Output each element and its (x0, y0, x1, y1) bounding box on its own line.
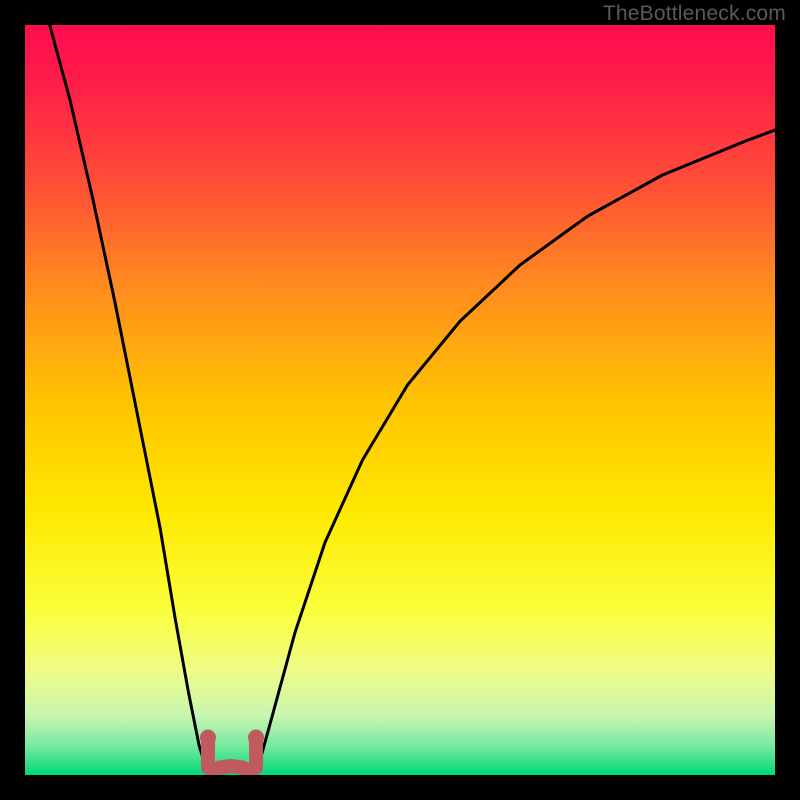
plot-area (25, 25, 775, 775)
curve-basin (208, 741, 256, 771)
endpoint-dot-right (248, 730, 264, 746)
watermark-text: TheBottleneck.com (603, 2, 786, 26)
curve-right-branch (243, 130, 776, 775)
curve-layer (25, 25, 775, 775)
endpoint-dot-left (200, 730, 216, 746)
curve-left-branch (50, 25, 220, 775)
